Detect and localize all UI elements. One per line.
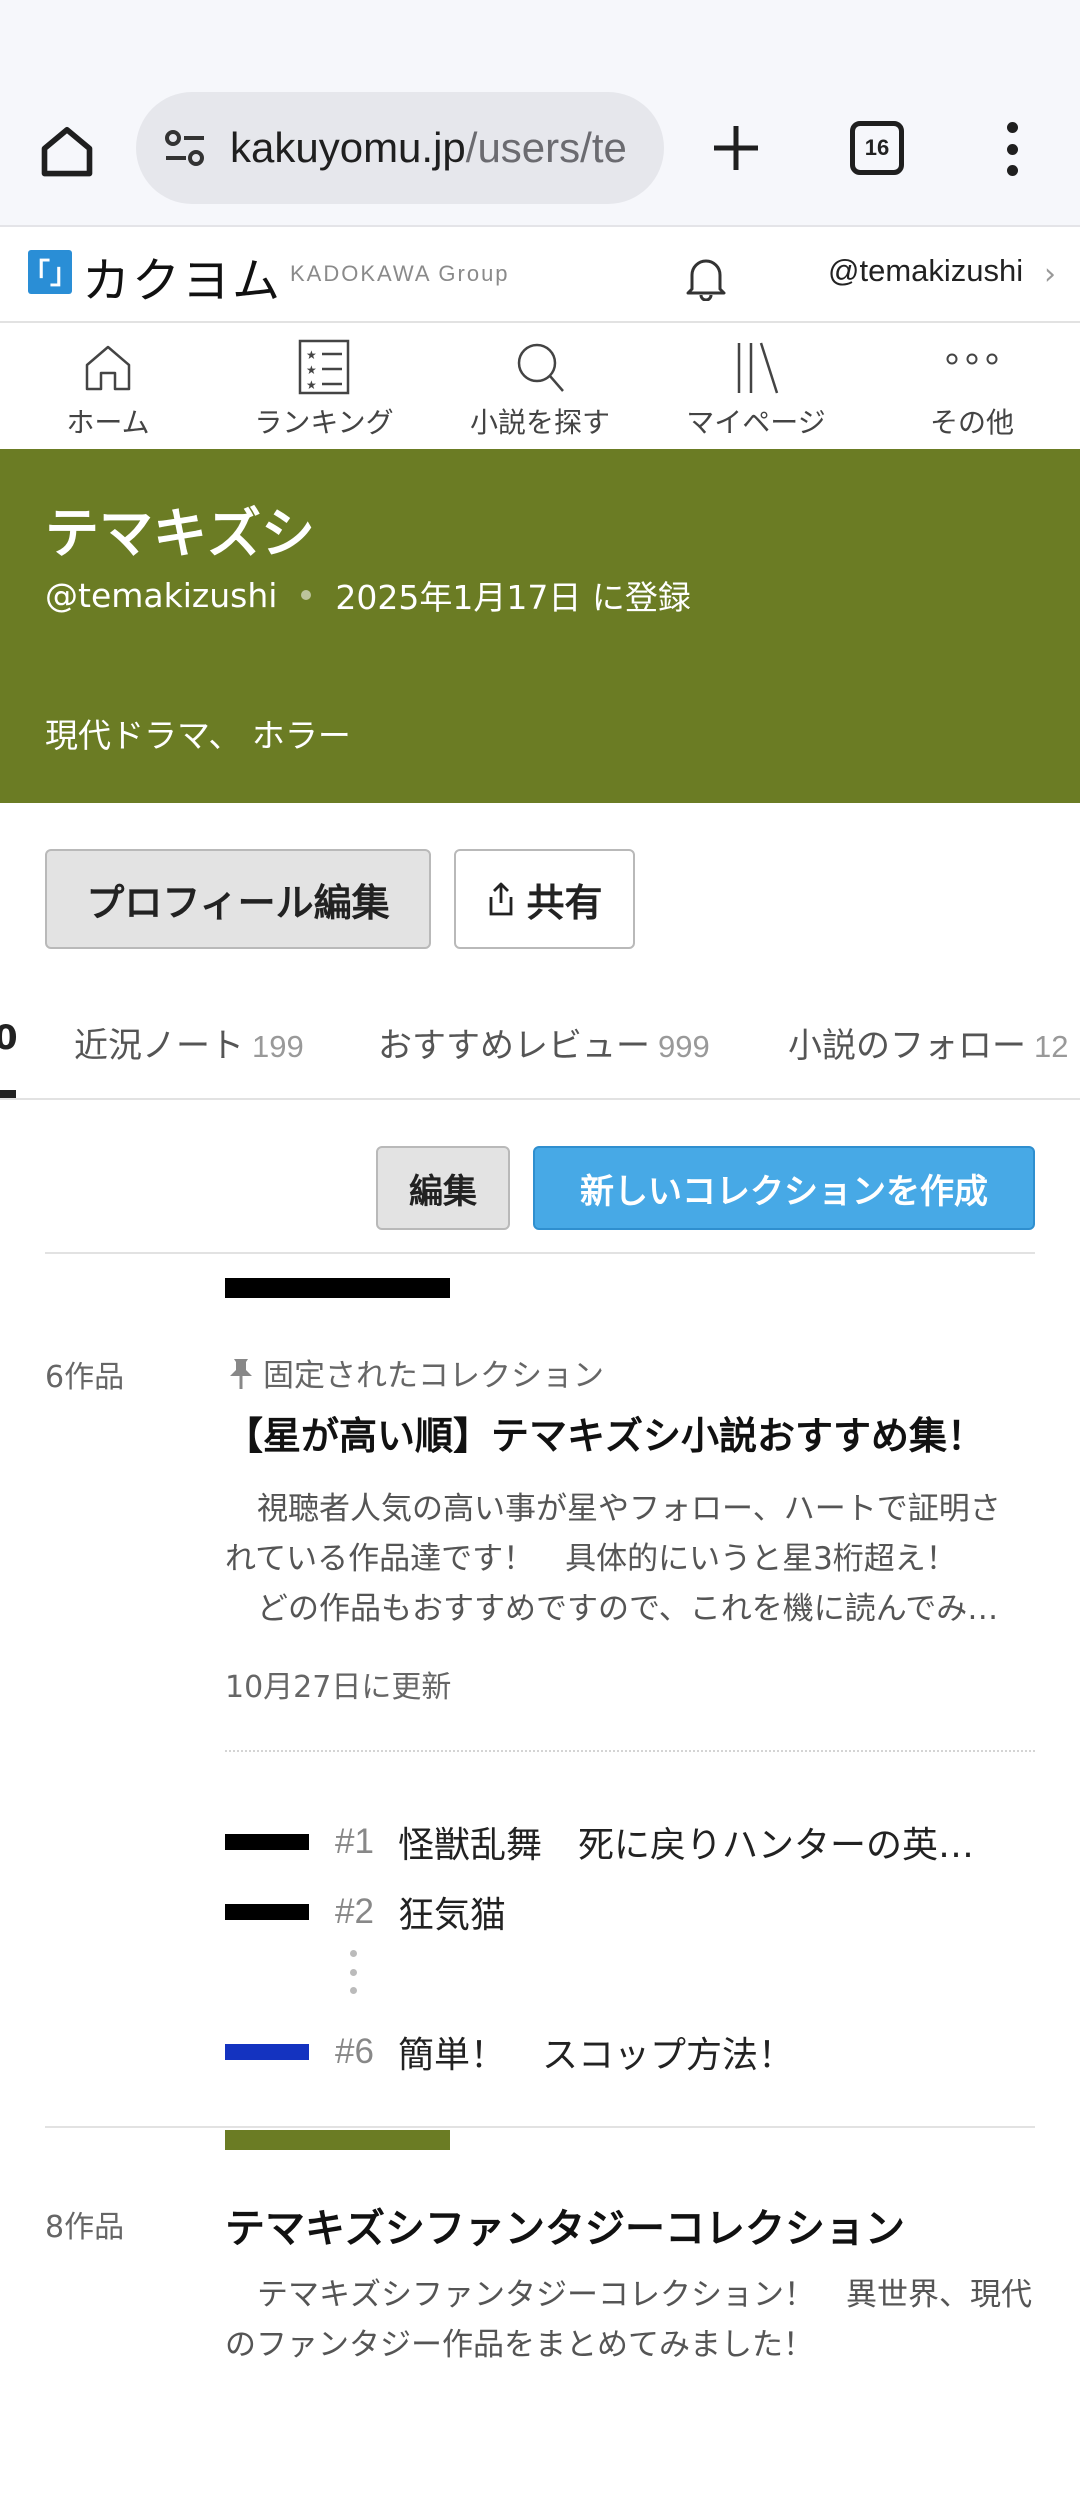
tab-followed-novels[interactable]: 小説のフォロー 12 [788, 1018, 1068, 1067]
edit-profile-button[interactable]: プロフィール編集 [45, 849, 431, 949]
nav-ranking[interactable]: ★ ★ ★ ランキング [216, 323, 432, 449]
collection-description: テマキズシファンタジーコレクション！ 異世界、現代のファンタジー作品をまとめてみ… [225, 2277, 1032, 2363]
work-rank: #6 [335, 2032, 374, 2071]
notification-bell-icon[interactable] [684, 253, 728, 302]
nav-search[interactable]: 小説を探す [432, 323, 648, 449]
main-nav: ホーム ★ ★ ★ ランキング 小説を探す マイページ その他 [0, 323, 1080, 449]
url-text: kakuyomu.jp/users/te [230, 124, 627, 171]
svg-text:★: ★ [306, 378, 317, 392]
status-bar [0, 0, 1080, 80]
work-title: 簡単！ スコップ方法！ [397, 2035, 794, 2076]
work-color-bar [225, 1904, 309, 1920]
browser-menu-icon[interactable] [990, 116, 1034, 182]
work-title: 狂気猫 [397, 1895, 506, 1936]
mypage-icon [737, 342, 779, 394]
nav-mypage[interactable]: マイページ [648, 323, 864, 449]
profile-handle: @temakizushi [45, 575, 278, 615]
active-tab-indicator [0, 1090, 16, 1098]
profile-name: テマキズシ [45, 502, 315, 565]
nav-home[interactable]: ホーム [0, 323, 216, 449]
share-icon [490, 882, 513, 916]
collection-title[interactable]: テマキズシファンタジーコレクション [225, 2196, 905, 2254]
work-color-bar [225, 2044, 309, 2060]
collection-work-item[interactable]: #6 簡単！ スコップ方法！ [225, 2026, 794, 2078]
tab-collections-count[interactable]: 0 [0, 1018, 18, 1058]
browser-toolbar: kakuyomu.jp/users/te 16 [0, 80, 1080, 227]
collection-work-item[interactable]: #2 狂気猫 [225, 1886, 506, 1938]
site-header: 「」 カクヨム KADOKAWA Group @temakizushi › [0, 227, 1080, 323]
nav-label: ホーム [66, 406, 150, 439]
dotted-divider [225, 1750, 1035, 1752]
new-tab-icon[interactable] [706, 118, 766, 178]
edit-collections-button[interactable]: 編集 [376, 1146, 510, 1230]
logo-mark[interactable]: 「」 [22, 250, 78, 294]
more-works-ellipsis-icon [350, 1950, 358, 1994]
address-bar[interactable]: kakuyomu.jp/users/te [136, 92, 664, 204]
collection-color-bar [225, 2130, 450, 2150]
logo-text[interactable]: カクヨム [82, 241, 282, 311]
collection-work-count: 8作品 [45, 2210, 125, 2245]
collection-updated-date: 10月27日に更新 [225, 1670, 452, 1705]
registered-date: 2025年1月17日 に登録 [335, 578, 691, 617]
collection-title[interactable]: 【星が高い順】テマキズシ小説おすすめ集！ [225, 1405, 985, 1460]
work-rank: #1 [335, 1822, 374, 1861]
profile-genres: 現代ドラマ、 ホラー [45, 716, 351, 755]
pin-icon [230, 1358, 252, 1389]
divider [45, 2126, 1035, 2128]
tab-recommended-reviews[interactable]: おすすめレビュー 999 [378, 1018, 710, 1067]
site-settings-icon[interactable] [162, 125, 208, 171]
home-icon [85, 345, 131, 391]
create-collection-button[interactable]: 新しいコレクションを作成 [533, 1146, 1035, 1230]
work-title: 怪獣乱舞 死に戻りハンターの英… [397, 1825, 974, 1866]
more-icon [946, 353, 998, 365]
tab-switcher-button[interactable]: 16 [850, 121, 904, 175]
tab-activity-notes[interactable]: 近況ノート 199 [74, 1018, 304, 1067]
kadokawa-group-label: KADOKAWA Group [290, 261, 510, 286]
profile-header: テマキズシ @temakizushi 2025年1月17日 に登録 現代ドラマ、… [0, 449, 1080, 803]
svg-text:★: ★ [306, 363, 317, 377]
profile-tabs: 0 近況ノート 199 おすすめレビュー 999 小説のフォロー 12 [0, 1000, 1080, 1100]
search-icon [517, 343, 564, 392]
collection-color-bar [225, 1278, 450, 1298]
share-label: 共有 [526, 880, 603, 925]
nav-more[interactable]: その他 [864, 323, 1080, 449]
nav-label: ランキング [254, 406, 394, 439]
pinned-label: 固定されたコレクション [225, 1350, 604, 1395]
chevron-right-icon: › [1044, 257, 1056, 292]
collection-work-item[interactable]: #1 怪獣乱舞 死に戻りハンターの英… [225, 1816, 974, 1868]
user-menu-link[interactable]: @temakizushi [828, 253, 1023, 289]
separator-dot [301, 590, 312, 600]
nav-label: その他 [929, 406, 1014, 439]
share-button[interactable]: 共有 [454, 849, 635, 949]
nav-label: マイページ [686, 406, 826, 439]
ranking-icon: ★★★ [298, 339, 350, 395]
collection-work-count: 6作品 [45, 1360, 125, 1395]
nav-label: 小説を探す [469, 406, 610, 439]
profile-meta: @temakizushi 2025年1月17日 に登録 [45, 571, 691, 619]
svg-text:★: ★ [306, 348, 317, 362]
divider [45, 1252, 1035, 1254]
home-icon[interactable] [34, 118, 100, 184]
work-color-bar [225, 1834, 309, 1850]
collection-description: 視聴者人気の高い事が星やフォロー、ハートで証明さ れている作品達です！ 具体的に… [225, 1491, 1001, 1627]
work-rank: #2 [335, 1892, 374, 1931]
